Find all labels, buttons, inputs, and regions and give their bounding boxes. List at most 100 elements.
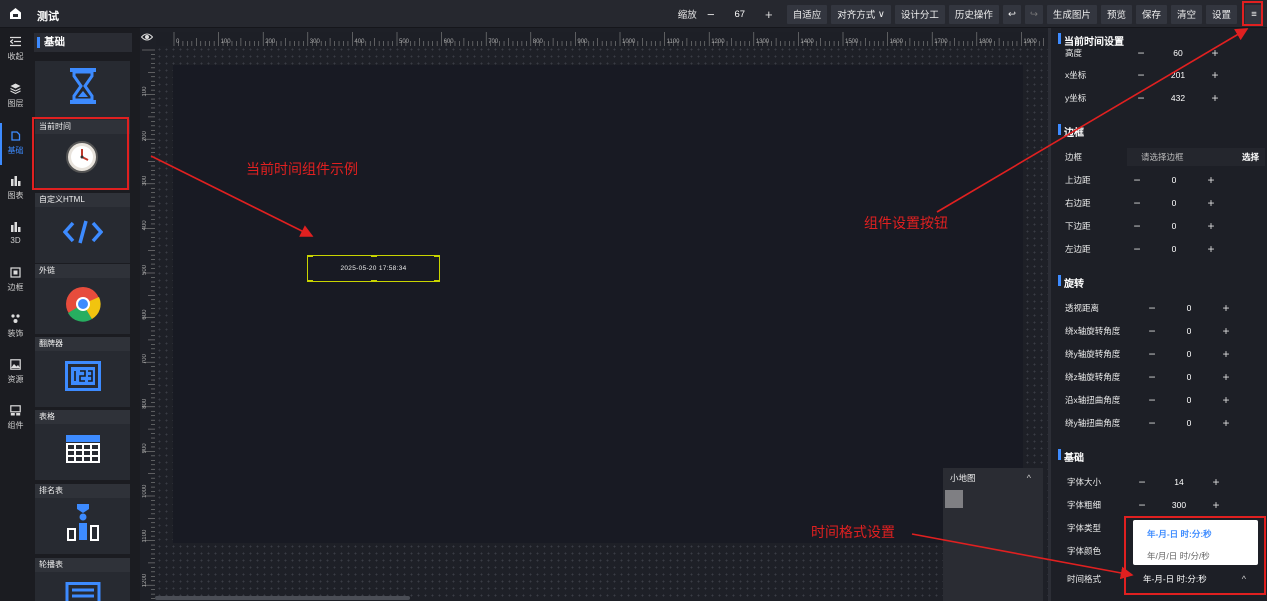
minimap[interactable]: 小地图 ^ [943,468,1043,601]
margin-bottom-value[interactable]: 0 [1146,221,1202,231]
nav-item-collapse[interactable]: 收起 [0,36,31,62]
redo-icon[interactable]: ↪ [1024,4,1043,24]
border-select-button[interactable]: 选择 [1242,148,1259,166]
time-format-option[interactable]: 年-月-日 时:分:秒 [1147,528,1212,540]
nav-item-decoration[interactable]: 装饰 [0,313,31,339]
canvas-area[interactable]: 0 100 200 300 400 500 600 700 800 900 1000 1100 1200… [140,28,1048,601]
settings-button[interactable]: 设置 [1205,4,1237,24]
plus-button[interactable]: + [1207,475,1225,489]
border-select[interactable]: 请选择边框 选择 [1127,148,1265,166]
plus-button[interactable]: + [1202,196,1220,210]
zoom-value[interactable]: 67 [719,9,761,20]
minus-button[interactable]: − [1128,173,1146,187]
component-card-ranking[interactable]: 排名表 [35,484,130,554]
undo-icon[interactable]: ↩ [1002,4,1021,24]
plus-button[interactable]: + [1202,173,1220,187]
home-logo-icon[interactable] [9,7,22,20]
minus-button[interactable]: − [1143,393,1161,407]
plus-button[interactable]: + [1217,393,1235,407]
selection-handle[interactable] [307,280,313,282]
x-value[interactable]: 201 [1150,70,1206,80]
nav-item-border[interactable]: 边框 [0,267,31,293]
minus-button[interactable]: − [1143,324,1161,338]
plus-button[interactable]: + [1217,370,1235,384]
component-card-custom-html[interactable]: 自定义HTML [35,193,130,263]
nav-item-resource[interactable]: 资源 [0,359,31,385]
nav-item-chart[interactable]: 图表 [0,175,31,201]
plus-button[interactable]: + [1202,242,1220,256]
plus-button[interactable]: + [1206,91,1224,105]
time-format-select[interactable]: 年-月-日 时:分:秒 ^ [1133,570,1258,588]
minus-button[interactable]: − [1143,370,1161,384]
nav-item-basic[interactable]: 基础 [0,130,31,156]
component-card-link[interactable]: 外链 [35,264,130,334]
nav-item-3d[interactable]: 3D [0,221,31,245]
plus-button[interactable]: + [1217,324,1235,338]
plus-button[interactable]: + [1217,416,1235,430]
rotate-y-value[interactable]: 0 [1161,349,1217,359]
minus-button[interactable]: − [1128,219,1146,233]
skew-y-value[interactable]: 0 [1161,418,1217,428]
selection-handle[interactable] [434,255,440,257]
minimap-header[interactable]: 小地图 ^ [943,468,1043,489]
nav-item-component[interactable]: 组件 [0,405,31,431]
ruler-label: 400 [142,220,148,231]
plus-button[interactable]: + [1207,498,1225,512]
component-card-table[interactable]: 表格 [35,410,130,480]
plus-button[interactable]: + [1206,46,1224,60]
height-value[interactable]: 60 [1150,48,1206,58]
y-value[interactable]: 432 [1150,93,1206,103]
history-button[interactable]: 历史操作 [948,4,999,24]
margin-left-value[interactable]: 0 [1146,244,1202,254]
horizontal-scrollbar[interactable] [155,596,410,600]
perspective-value[interactable]: 0 [1161,303,1217,313]
minimap-viewport[interactable] [945,490,963,508]
nav-item-layers[interactable]: 图层 [0,83,31,109]
annotation-settings-button: 组件设置按钮 [864,215,948,231]
minus-button[interactable]: − [1132,68,1150,82]
design-division-button[interactable]: 设计分工 [894,4,945,24]
component-settings-menu-icon[interactable]: ≡ [1245,4,1263,24]
component-card-carousel[interactable]: 轮播表 [35,558,130,601]
selection-handle[interactable] [371,255,377,257]
plus-button[interactable]: + [1217,347,1235,361]
clear-button[interactable]: 清空 [1170,4,1202,24]
font-size-value[interactable]: 14 [1151,477,1207,487]
selection-handle[interactable] [371,280,377,282]
chevron-up-icon[interactable]: ^ [1027,468,1031,489]
preview-button[interactable]: 预览 [1100,4,1132,24]
current-time-component[interactable]: 2025-05-20 17:58:34 [307,255,440,282]
selection-handle[interactable] [434,280,440,282]
margin-right-value[interactable]: 0 [1146,198,1202,208]
generate-image-button[interactable]: 生成图片 [1046,4,1097,24]
minus-button[interactable]: − [1132,46,1150,60]
rotate-z-value[interactable]: 0 [1161,372,1217,382]
font-size-label: 字体大小 [1067,477,1102,487]
save-button[interactable]: 保存 [1135,4,1167,24]
zoom-plus-button[interactable]: + [761,7,777,22]
align-button[interactable]: 对齐方式 ∨ [831,4,891,24]
dashboard-screen[interactable] [173,65,1023,543]
minus-button[interactable]: − [1143,301,1161,315]
minus-button[interactable]: − [1143,416,1161,430]
plus-button[interactable]: + [1202,219,1220,233]
margin-top-value[interactable]: 0 [1146,175,1202,185]
minus-button[interactable]: − [1133,475,1151,489]
minus-button[interactable]: − [1132,91,1150,105]
eye-icon[interactable] [141,32,153,42]
skew-x-value[interactable]: 0 [1161,395,1217,405]
component-card-flip-counter[interactable]: 翻牌器 [35,337,130,407]
plus-button[interactable]: + [1206,68,1224,82]
zoom-minus-button[interactable]: − [703,7,719,22]
time-format-option[interactable]: 年/月/日 时/分/秒 [1147,550,1210,562]
selection-handle[interactable] [307,255,313,257]
plus-button[interactable]: + [1217,301,1235,315]
adapt-button[interactable]: 自适应 [786,4,828,24]
font-weight-value[interactable]: 300 [1151,500,1207,510]
component-card-current-time[interactable]: 当前时间 [35,120,130,190]
minus-button[interactable]: − [1128,196,1146,210]
rotate-x-value[interactable]: 0 [1161,326,1217,336]
minus-button[interactable]: − [1128,242,1146,256]
minus-button[interactable]: − [1143,347,1161,361]
minus-button[interactable]: − [1133,498,1151,512]
